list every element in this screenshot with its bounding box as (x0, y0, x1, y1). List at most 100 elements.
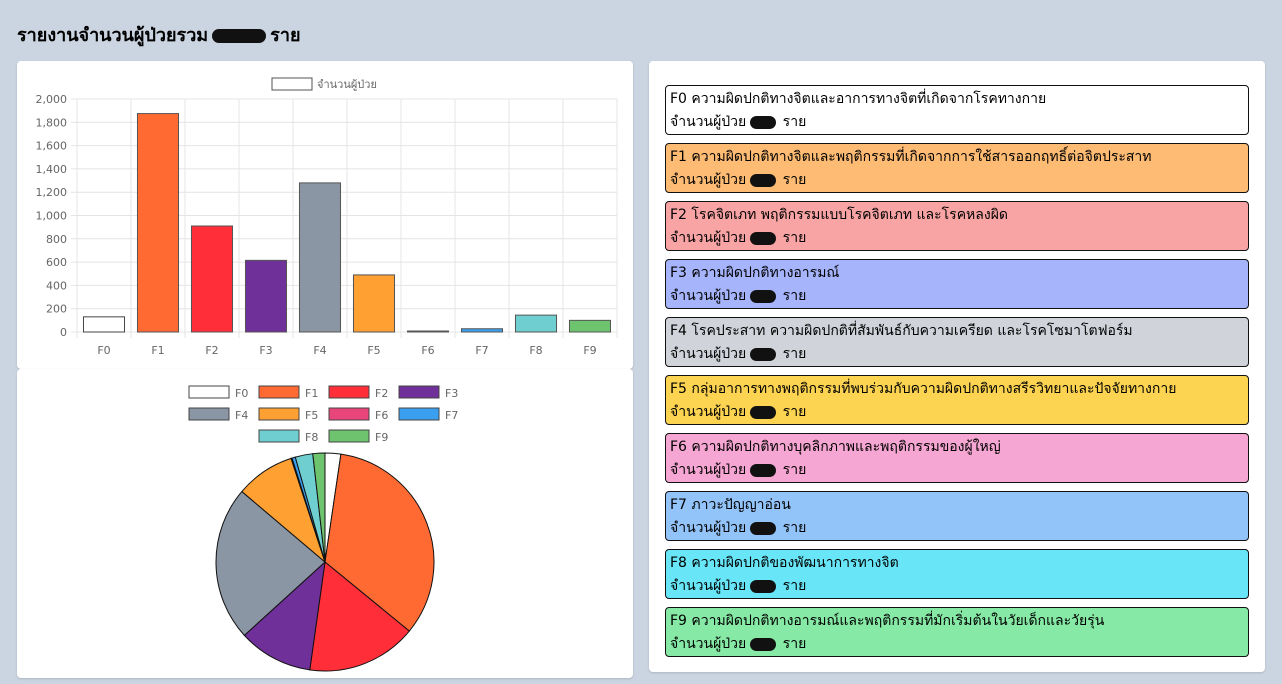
category-title: F9 ความผิดปกติทางอารมณ์และพฤติกรรมที่มัก… (670, 613, 1105, 629)
bar-F5[interactable] (352, 274, 396, 333)
count-label: จำนวนผู้ป่วย (670, 230, 747, 246)
x-tick-label: F5 (367, 344, 380, 357)
count-unit: ราย (778, 636, 807, 652)
bar-legend[interactable]: จำนวนผู้ป่วย (271, 77, 377, 91)
pie-legend-label: F2 (375, 387, 388, 400)
bar-F4[interactable] (298, 182, 342, 333)
y-tick-label: 1,400 (36, 163, 68, 176)
count-label: จำนวนผู้ป่วย (670, 172, 747, 188)
page-title-suffix: ราย (270, 25, 301, 46)
count-label: จำนวนผู้ป่วย (670, 462, 747, 478)
redacted-count (750, 347, 777, 361)
pie-legend-swatch (188, 385, 230, 399)
pie-legend-item-F3[interactable]: F3 (398, 385, 458, 400)
count-unit: ราย (778, 578, 807, 594)
redacted-count (750, 289, 777, 303)
y-tick-label: 1,000 (36, 210, 68, 223)
count-label: จำนวนผู้ป่วย (670, 346, 747, 362)
pie-legend: F0 F1 F2 F3 F4 F5 F6 F7 F8 F9 (188, 385, 458, 444)
pie-legend-item-F5[interactable]: F5 (258, 407, 318, 422)
bar-legend-label: จำนวนผู้ป่วย (317, 78, 377, 91)
count-label: จำนวนผู้ป่วย (670, 636, 747, 652)
category-item-F2: F2 โรคจิตเภท พฤติกรรมแบบโรคจิตเภท และโรค… (665, 201, 1249, 251)
count-unit: ราย (778, 288, 807, 304)
category-title: F1 ความผิดปกติทางจิตและพฤติกรรมที่เกิดจา… (670, 149, 1152, 165)
pie-legend-swatch (258, 385, 300, 399)
category-title: F8 ความผิดปกติของพัฒนาการทางจิต (670, 555, 899, 571)
category-item-F7: F7 ภาวะปัญญาอ่อนจำนวนผู้ป่วย ราย (665, 491, 1249, 541)
pie-legend-item-F0[interactable]: F0 (188, 385, 248, 400)
category-count: จำนวนผู้ป่วย ราย (670, 111, 1244, 134)
pie-legend-label: F7 (445, 409, 458, 422)
y-tick-label: 600 (46, 256, 67, 269)
bar-F1[interactable] (136, 113, 180, 333)
category-item-F1: F1 ความผิดปกติทางจิตและพฤติกรรมที่เกิดจา… (665, 143, 1249, 193)
x-tick-label: F7 (475, 344, 488, 357)
category-count: จำนวนผู้ป่วย ราย (670, 575, 1244, 598)
y-tick-label: 1,600 (36, 140, 68, 153)
y-tick-label: 800 (46, 233, 67, 246)
category-count: จำนวนผู้ป่วย ราย (670, 517, 1244, 540)
x-tick-label: F0 (97, 344, 110, 357)
pie-legend-item-F2[interactable]: F2 (328, 385, 388, 400)
pie-chart: F0 F1 F2 F3 F4 F5 F6 F7 F8 F9 (188, 385, 458, 672)
redacted-count (750, 637, 777, 651)
pie-legend-item-F9[interactable]: F9 (328, 429, 388, 444)
category-title: F2 โรคจิตเภท พฤติกรรมแบบโรคจิตเภท และโรค… (670, 207, 1008, 223)
pie-legend-item-F1[interactable]: F1 (258, 385, 318, 400)
bar-F8[interactable] (514, 314, 558, 333)
pie-legend-label: F9 (375, 431, 388, 444)
category-title: F7 ภาวะปัญญาอ่อน (670, 497, 791, 513)
category-count: จำนวนผู้ป่วย ราย (670, 285, 1244, 308)
page-title-prefix: รายงานจำนวนผู้ป่วยรวม (17, 25, 209, 46)
pie-legend-swatch (188, 407, 230, 421)
bar-F7[interactable] (460, 328, 504, 333)
count-unit: ราย (778, 346, 807, 362)
bar-F3[interactable] (244, 259, 288, 333)
pie-legend-label: F1 (305, 387, 318, 400)
category-count: จำนวนผู้ป่วย ราย (670, 227, 1244, 250)
count-label: จำนวนผู้ป่วย (670, 288, 747, 304)
count-label: จำนวนผู้ป่วย (670, 520, 747, 536)
pie-legend-item-F8[interactable]: F8 (258, 429, 318, 444)
bar-F9[interactable] (568, 319, 612, 333)
x-tick-label: F4 (313, 344, 326, 357)
x-tick-label: F6 (421, 344, 434, 357)
bar-F2[interactable] (190, 225, 234, 333)
page-title: รายงานจำนวนผู้ป่วยรวม ราย (17, 20, 301, 49)
category-item-F8: F8 ความผิดปกติของพัฒนาการทางจิตจำนวนผู้ป… (665, 549, 1249, 599)
count-unit: ราย (778, 404, 807, 420)
bar-F6[interactable] (406, 330, 450, 333)
y-tick-label: 1,800 (36, 116, 68, 129)
x-tick-label: F8 (529, 344, 542, 357)
y-tick-label: 400 (46, 279, 67, 292)
pie-legend-item-F7[interactable]: F7 (398, 407, 458, 422)
category-count: จำนวนผู้ป่วย ราย (670, 459, 1244, 482)
category-item-F3: F3 ความผิดปกติทางอารมณ์ จำนวนผู้ป่วย ราย (665, 259, 1249, 309)
count-unit: ราย (778, 230, 807, 246)
x-tick-label: F9 (583, 344, 596, 357)
x-tick-label: F1 (151, 344, 164, 357)
count-label: จำนวนผู้ป่วย (670, 404, 747, 420)
pie-legend-swatch (328, 407, 370, 421)
y-tick-label: 2,000 (36, 93, 68, 106)
pie-legend-label: F3 (445, 387, 458, 400)
redacted-count (750, 115, 777, 129)
redacted-count (750, 579, 777, 593)
category-item-F0: F0 ความผิดปกติทางจิตและอาการทางจิตที่เกิ… (665, 85, 1249, 135)
bar-F0[interactable] (82, 316, 126, 333)
category-title: F0 ความผิดปกติทางจิตและอาการทางจิตที่เกิ… (670, 91, 1047, 107)
redacted-count (750, 463, 777, 477)
redacted-count (750, 231, 777, 245)
category-item-F5: F5 กลุ่มอาการทางพฤติกรรมที่พบร่วมกับความ… (665, 375, 1249, 425)
category-list-card: F0 ความผิดปกติทางจิตและอาการทางจิตที่เกิ… (649, 61, 1265, 672)
pie-legend-swatch (258, 429, 300, 443)
pie-legend-item-F4[interactable]: F4 (188, 407, 248, 422)
category-item-F9: F9 ความผิดปกติทางอารมณ์และพฤติกรรมที่มัก… (665, 607, 1249, 657)
category-count: จำนวนผู้ป่วย ราย (670, 633, 1244, 656)
count-label: จำนวนผู้ป่วย (670, 114, 747, 130)
count-label: จำนวนผู้ป่วย (670, 578, 747, 594)
pie-legend-swatch (398, 385, 440, 399)
pie-legend-item-F6[interactable]: F6 (328, 407, 388, 422)
x-tick-label: F3 (259, 344, 272, 357)
